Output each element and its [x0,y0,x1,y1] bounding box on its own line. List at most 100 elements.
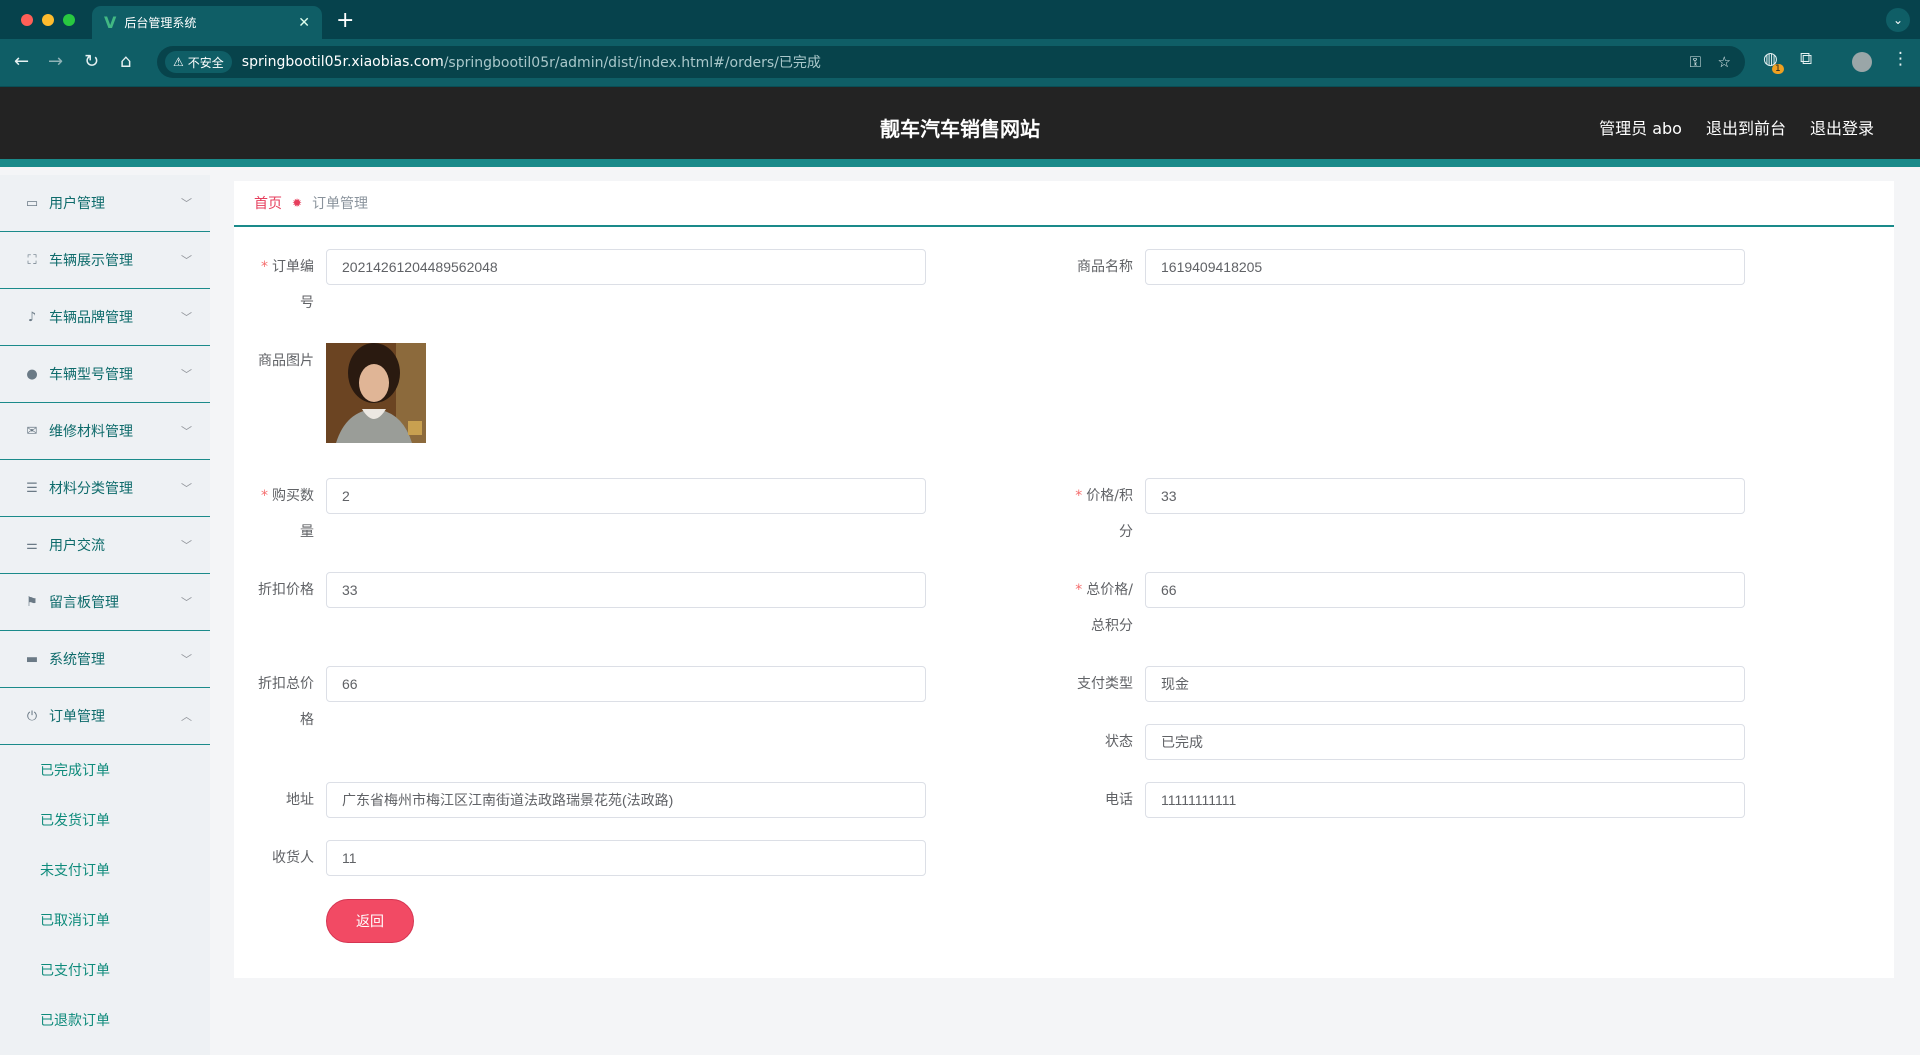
browser-tab-bar: V 后台管理系统 ✕ + ⌄ [0,0,1920,39]
admin-user-label: 管理员 abo [1599,119,1682,138]
sidebar-item-vehicle-model[interactable]: ● 车辆型号管理 ﹀ [0,346,210,403]
payment-type-input[interactable]: 现金 [1145,666,1745,702]
sidebar-item-order-management[interactable]: ⏻ 订单管理 ︿ [0,688,210,745]
status-label: 状态 [1105,734,1133,750]
back-arrow-icon[interactable]: ← [14,51,29,72]
product-image[interactable] [326,343,426,443]
submenu-paid-orders[interactable]: 已支付订单 [0,945,210,995]
chevron-down-icon: ﹀ [181,311,192,324]
logout-link[interactable]: 退出登录 [1810,115,1874,139]
phone-input[interactable]: 11111111111 [1145,782,1745,818]
chevron-up-icon: ︿ [181,710,192,723]
browser-toolbar: ← → ↻ ⌂ ⚠ 不安全 springbootil05r.xiaobias.c… [0,39,1920,87]
sidebar-item-label: 维修材料管理 [49,424,133,440]
receiver-input[interactable]: 11 [326,840,926,876]
balloon-icon: ● [26,366,38,382]
forward-arrow-icon[interactable]: → [48,51,63,72]
security-label: 不安全 [187,55,224,70]
app-header: 靓车汽车销售网站 管理员 abo 退出到前台 退出登录 [0,87,1920,167]
mail-icon: ✉ [26,423,38,439]
profile-avatar[interactable] [1852,52,1872,72]
product-name-input[interactable]: 1619409418205 [1145,249,1745,285]
bookmark-star-icon[interactable]: ☆ [1718,53,1731,71]
breadcrumb: 首页 ✹ 订单管理 [234,181,1894,227]
header-links: 管理员 abo 退出到前台 退出登录 [1599,115,1874,139]
sidebar-item-vehicle-brand[interactable]: ♪ 车辆品牌管理 ﹀ [0,289,210,346]
sidebar-item-label: 用户交流 [49,538,105,554]
breadcrumb-home[interactable]: 首页 [254,193,282,213]
sidebar-item-system-management[interactable]: ▬ 系统管理 ﹀ [0,631,210,688]
chevron-down-icon: ﹀ [181,197,192,210]
sidebar-item-user-exchange[interactable]: ⚌ 用户交流 ﹀ [0,517,210,574]
reload-icon[interactable]: ↻ [84,51,99,72]
total-price-points-label: * 总价格/总积分 [1075,582,1133,634]
close-window-button[interactable] [21,13,33,26]
brush-icon: ▬ [25,651,39,667]
close-tab-icon[interactable]: ✕ [298,15,310,31]
extension-badge: 1 [1772,64,1784,74]
submenu-refunded-orders[interactable]: 已退款订单 [0,995,210,1045]
submenu-shipped-orders[interactable]: 已发货订单 [0,795,210,845]
order-number-label: * 订单编号 [261,259,314,311]
address-bar[interactable]: ⚠ 不安全 springbootil05r.xiaobias.com/sprin… [157,46,1745,78]
chevron-down-icon: ﹀ [181,254,192,267]
sidebar-item-repair-material[interactable]: ✉ 维修材料管理 ﹀ [0,403,210,460]
quantity-label: * 购买数量 [261,488,314,540]
sidebar-item-label: 车辆展示管理 [49,253,133,269]
address-input[interactable]: 广东省梅州市梅江区江南街道法政路瑞景花苑(法政路) [326,782,926,818]
window-controls [21,13,75,26]
submenu-completed-orders[interactable]: 已完成订单 [0,745,210,795]
total-price-points-input[interactable]: 66 [1145,572,1745,608]
sidebar-item-label: 系统管理 [49,652,105,668]
password-key-icon[interactable]: ⚿ [1690,53,1701,71]
chevron-down-icon: ﹀ [181,482,192,495]
breadcrumb-separator-icon: ✹ [292,196,303,210]
home-icon[interactable]: ⌂ [120,51,131,72]
chevron-down-icon: ﹀ [181,425,192,438]
sidebar-item-label: 用户管理 [49,196,105,212]
exit-to-front-link[interactable]: 退出到前台 [1706,115,1786,139]
browser-tab[interactable]: V 后台管理系统 ✕ [92,6,322,39]
url-host: springbootil05r.xiaobias.com [241,54,444,70]
address-label: 地址 [286,792,314,808]
fullscreen-icon: ⛶ [27,252,37,268]
main-content: 首页 ✹ 订单管理 * 订单编号 20214261204489562048 商品名… [234,181,1894,978]
discount-total-label: 折扣总价格 [258,676,314,728]
order-number-input[interactable]: 20214261204489562048 [326,249,926,285]
security-indicator[interactable]: ⚠ 不安全 [165,51,232,73]
tab-search-button[interactable]: ⌄ [1886,8,1910,32]
price-points-input[interactable]: 33 [1145,478,1745,514]
breadcrumb-current: 订单管理 [312,196,369,212]
zoom-window-button[interactable] [63,13,75,26]
payment-type-label: 支付类型 [1077,676,1133,692]
discount-price-input[interactable]: 33 [326,572,926,608]
sidebar-item-label: 材料分类管理 [49,481,133,497]
sidebar-item-message-board[interactable]: ⚑ 留言板管理 ﹀ [0,574,210,631]
submenu-unpaid-orders[interactable]: 未支付订单 [0,845,210,895]
minimize-window-button[interactable] [42,13,54,26]
power-icon: ⏻ [26,708,38,724]
discount-total-input[interactable]: 66 [326,666,926,702]
receiver-label: 收货人 [272,850,314,866]
new-tab-button[interactable]: + [336,8,354,33]
chevron-down-icon: ﹀ [181,653,192,666]
discount-price-label: 折扣价格 [258,582,314,598]
puzzle-icon[interactable]: ⧉ [1800,49,1812,69]
sidebar-item-user-management[interactable]: ▭ 用户管理 ﹀ [0,175,210,232]
product-name-label: 商品名称 [1077,259,1133,275]
back-button[interactable]: 返回 [326,899,414,943]
bell-off-icon: ♪ [27,309,37,325]
sidebar-item-material-category[interactable]: ☰ 材料分类管理 ﹀ [0,460,210,517]
status-input[interactable]: 已完成 [1145,724,1745,760]
more-menu-icon[interactable]: ⋮ [1892,49,1909,69]
sliders-icon: ⚌ [26,537,38,553]
submenu-cancelled-orders[interactable]: 已取消订单 [0,895,210,945]
tab-title: 后台管理系统 [124,16,197,30]
chat-icon: ▭ [25,195,39,211]
vue-logo-icon: V [104,13,117,32]
chevron-down-icon: ﹀ [181,539,192,552]
sidebar-item-vehicle-display[interactable]: ⛶ 车辆展示管理 ﹀ [0,232,210,289]
chevron-down-icon: ﹀ [181,596,192,609]
phone-label: 电话 [1105,792,1133,808]
quantity-input[interactable]: 2 [326,478,926,514]
